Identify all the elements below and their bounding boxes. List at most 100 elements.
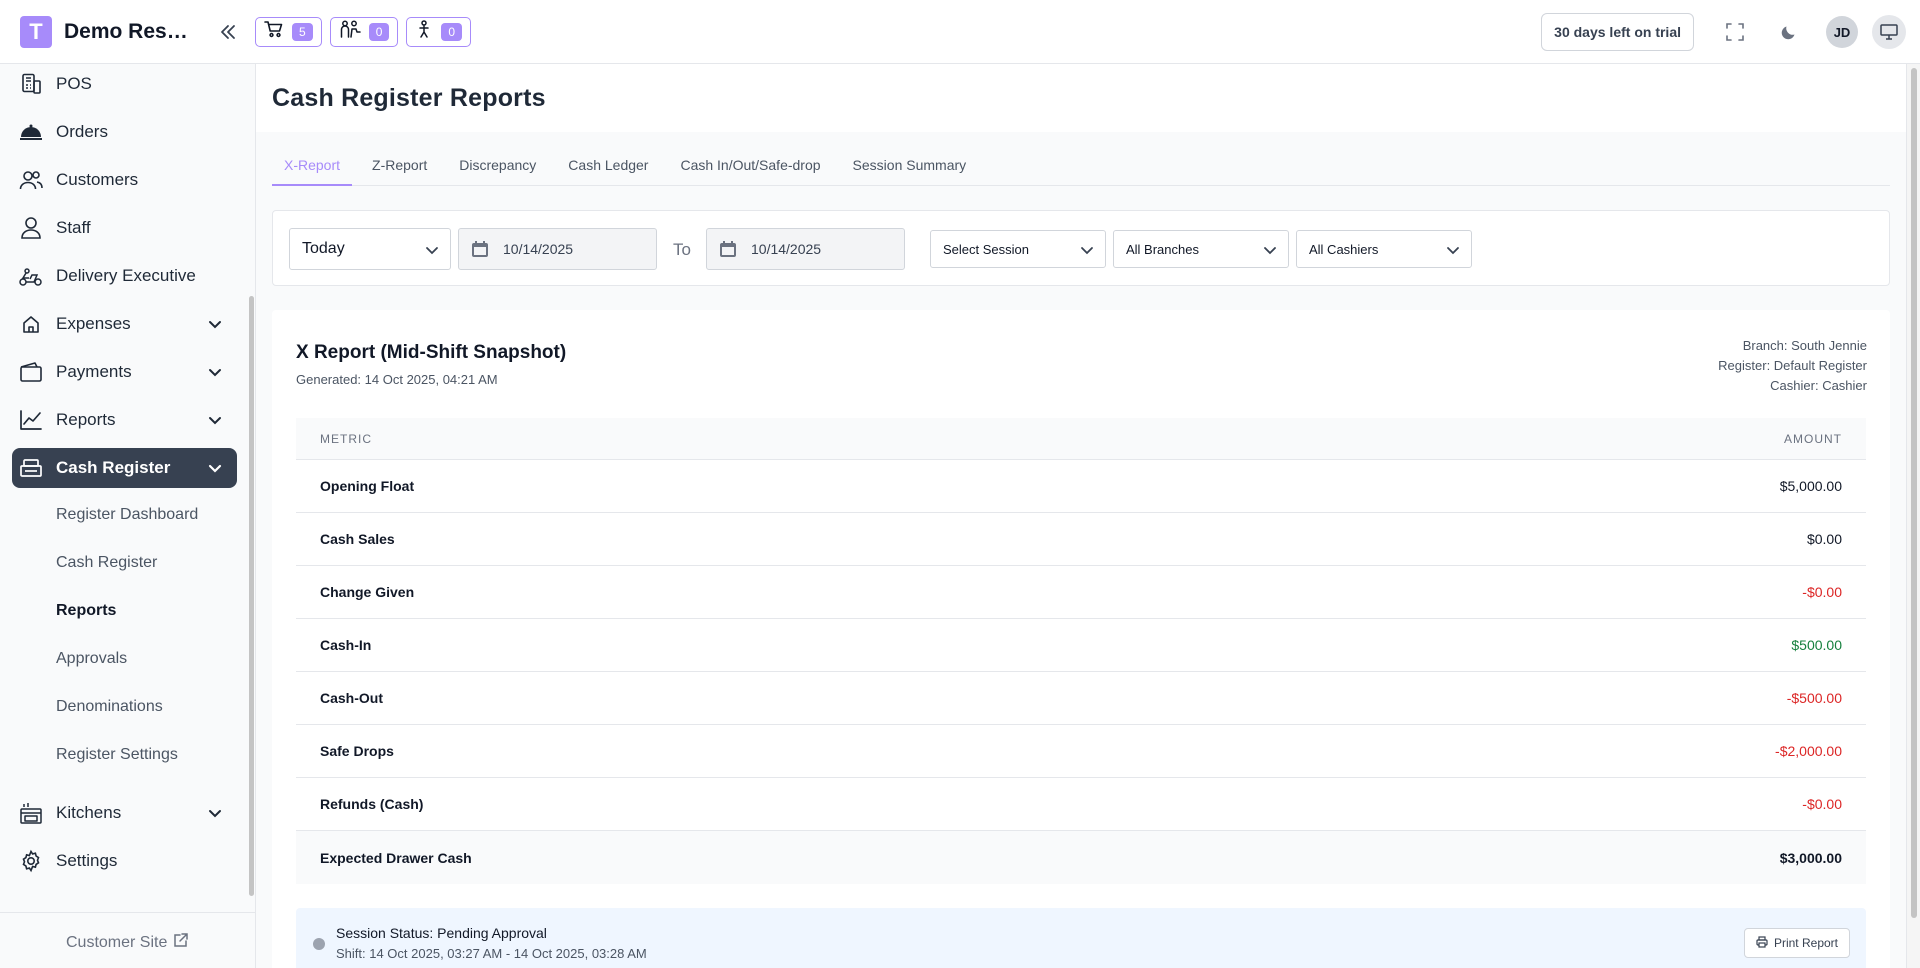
metric-label: Cash-In — [320, 637, 372, 653]
sidebar-item-pos[interactable]: POS — [12, 64, 237, 104]
sidebar-item-label: Payments — [56, 362, 132, 381]
sidebar-item-payments[interactable]: Payments — [12, 352, 237, 392]
sidebar-item-label: POS — [56, 74, 92, 93]
sub-item-register-dashboard[interactable]: Register Dashboard — [56, 506, 198, 524]
sub-item-denominations[interactable]: Denominations — [56, 698, 163, 716]
metric-label: Opening Float — [320, 478, 415, 494]
metric-label: Cash-Out — [320, 690, 383, 706]
trial-badge[interactable]: 30 days left on trial — [1541, 13, 1694, 51]
sidebar-item-cash-register[interactable]: Cash Register — [12, 448, 237, 488]
session-select[interactable]: Select Session — [930, 230, 1106, 268]
sidebar-item-reports[interactable]: Reports — [12, 400, 237, 440]
sidebar-item-label: Staff — [56, 218, 91, 237]
page-header: Cash Register Reports — [256, 64, 1906, 132]
table-row: Cash-Out -$500.00 — [296, 672, 1866, 725]
date-to-input[interactable]: 10/14/2025 — [706, 228, 905, 270]
sidebar-item-kitchens[interactable]: Kitchens — [12, 793, 237, 833]
sidebar-divider — [0, 912, 255, 913]
metric-value: $5,000.00 — [1779, 478, 1842, 494]
delivery-badge[interactable]: 0 — [406, 16, 472, 47]
dark-mode-moon-icon[interactable] — [1772, 15, 1806, 49]
tab-x-report[interactable]: X-Report — [272, 152, 353, 186]
branch-select[interactable]: All Branches — [1113, 230, 1289, 268]
customer-site-label: Customer Site — [66, 933, 168, 951]
sub-item-cash-register[interactable]: Cash Register — [56, 554, 157, 572]
sidebar-item-settings[interactable]: Settings — [12, 841, 237, 881]
waiter-count: 0 — [368, 22, 390, 41]
brand[interactable]: T Demo Restaurant — [0, 15, 255, 48]
tab-discrepancy[interactable]: Discrepancy — [447, 152, 548, 186]
orders-cart-badge[interactable]: 5 — [255, 16, 322, 47]
table-row: Change Given -$0.00 — [296, 566, 1866, 619]
printer-icon — [1756, 935, 1768, 951]
chevron-down-icon — [207, 460, 223, 476]
period-value: Today — [302, 240, 345, 257]
chevron-down-icon — [1079, 242, 1095, 258]
metric-value: -$2,000.00 — [1775, 743, 1842, 759]
tab-session-summary[interactable]: Session Summary — [841, 152, 979, 186]
page-scrollbar[interactable] — [1906, 64, 1920, 968]
sidebar-item-staff[interactable]: Staff — [12, 208, 237, 248]
x-report-card: X Report (Mid-Shift Snapshot) Generated:… — [272, 310, 1890, 968]
total-label: Expected Drawer Cash — [320, 849, 472, 866]
sidebar-item-orders[interactable]: Orders — [12, 112, 237, 152]
date-from-input[interactable]: 10/14/2025 — [458, 228, 657, 270]
monitor-icon[interactable] — [1872, 15, 1906, 49]
print-report-button[interactable]: Print Report — [1743, 928, 1850, 958]
chevron-down-icon — [207, 805, 223, 821]
table-row: Cash Sales $0.00 — [296, 513, 1866, 566]
metric-value: $500.00 — [1791, 637, 1842, 653]
user-icon — [18, 215, 44, 241]
page-scrollbar-thumb[interactable] — [1911, 68, 1917, 918]
waiter-badge[interactable]: 0 — [329, 16, 399, 47]
table-row-total: Expected Drawer Cash $3,000.00 — [296, 831, 1866, 884]
user-avatar[interactable]: JD — [1826, 16, 1858, 48]
sub-item-approvals[interactable]: Approvals — [56, 650, 127, 668]
cart-icon — [264, 20, 284, 43]
table-row: Opening Float $5,000.00 — [296, 460, 1866, 513]
sidebar-item-expenses[interactable]: Expenses — [12, 304, 237, 344]
cloche-icon — [18, 119, 44, 145]
branch-value: All Branches — [1126, 241, 1199, 257]
report-generated: Generated: 14 Oct 2025, 04:21 AM — [296, 372, 498, 387]
expenses-icon — [18, 311, 44, 337]
restaurant-name: Demo Restaurant — [64, 19, 194, 43]
waiter-icon — [339, 20, 361, 43]
table-row: Safe Drops -$2,000.00 — [296, 725, 1866, 778]
column-header-metric: METRIC — [320, 431, 372, 446]
metric-label: Change Given — [320, 584, 415, 600]
scooter-icon — [18, 263, 44, 289]
sidebar-item-delivery-executive[interactable]: Delivery Executive — [12, 256, 237, 296]
metric-value: $0.00 — [1806, 531, 1842, 547]
fullscreen-icon[interactable] — [1718, 15, 1752, 49]
gear-icon — [18, 848, 44, 874]
tab-cash-ledger[interactable]: Cash Ledger — [556, 152, 660, 186]
collapse-sidebar-icon[interactable] — [216, 20, 240, 44]
delivery-person-icon — [415, 20, 433, 43]
tab-cash-in-out[interactable]: Cash In/Out/Safe-drop — [668, 152, 832, 186]
tab-z-report[interactable]: Z-Report — [360, 152, 439, 186]
sidebar-scrollbar[interactable] — [249, 296, 254, 896]
report-title: X Report (Mid-Shift Snapshot) — [296, 342, 567, 363]
report-cashier: Cashier: Cashier — [1770, 378, 1867, 393]
customer-site-link[interactable]: Customer Site — [66, 932, 189, 953]
calendar-icon — [719, 240, 737, 258]
table-row: Cash-In $500.00 — [296, 619, 1866, 672]
sidebar-item-label: Reports — [56, 410, 116, 429]
report-meta: Branch: South Jennie Register: Default R… — [1718, 336, 1867, 396]
sidebar-item-label: Settings — [56, 851, 118, 870]
report-branch: Branch: South Jennie — [1742, 338, 1867, 353]
sidebar-item-customers[interactable]: Customers — [12, 160, 237, 200]
cashier-select[interactable]: All Cashiers — [1296, 230, 1472, 268]
sub-item-register-settings[interactable]: Register Settings — [56, 746, 178, 764]
to-label: To — [673, 240, 691, 259]
session-status: Session Status: Pending Approval — [336, 925, 547, 941]
print-report-label: Print Report — [1773, 936, 1838, 950]
sidebar-item-label: Cash Register — [56, 458, 171, 477]
period-select[interactable]: Today — [289, 228, 451, 270]
sidebar-item-label: Orders — [56, 122, 108, 141]
sub-item-reports[interactable]: Reports — [56, 602, 116, 620]
chevron-down-icon — [1445, 242, 1461, 258]
sidebar: POS Orders Customers Staff Delivery Exec — [0, 64, 256, 968]
page-title: Cash Register Reports — [272, 84, 546, 112]
